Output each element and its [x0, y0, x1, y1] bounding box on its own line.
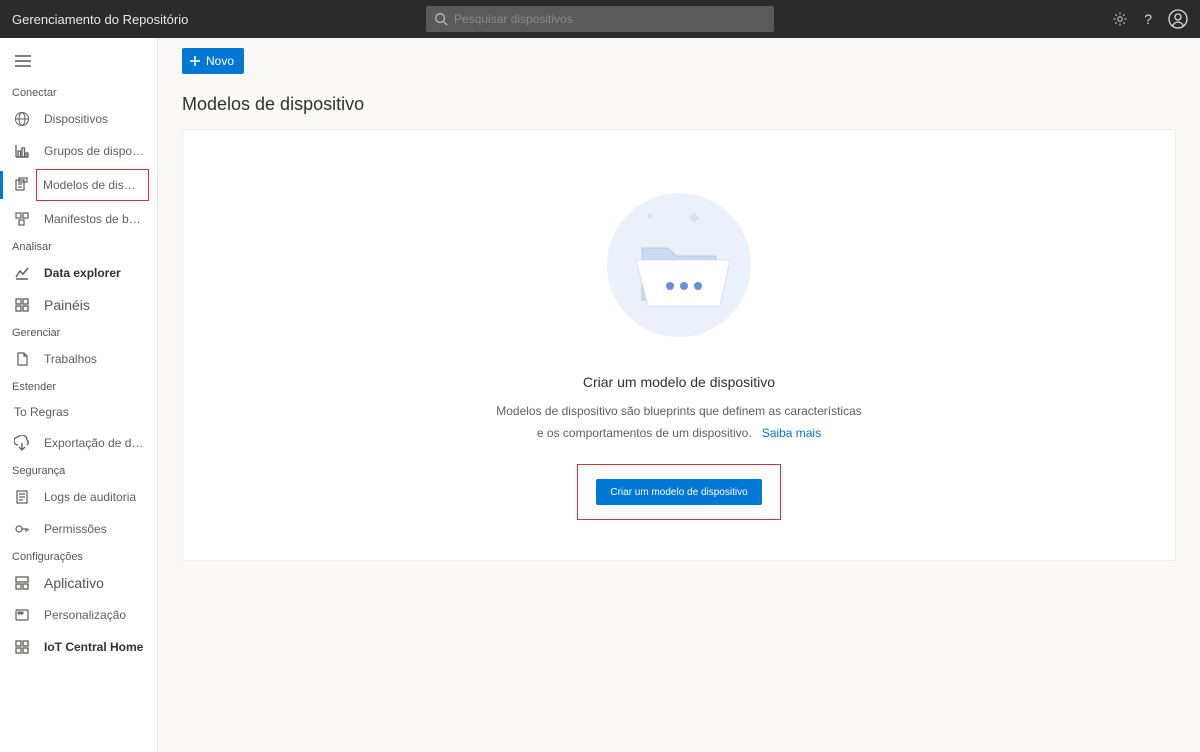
gear-icon[interactable] — [1112, 11, 1128, 27]
app-title: Gerenciamento do Repositório — [12, 12, 188, 27]
sidebar-item-data-export[interactable]: Exportação de dados — [0, 427, 157, 459]
folder-illustration — [594, 180, 764, 350]
topbar-right: ? — [1112, 9, 1188, 29]
sidebar-item-label: Personalização — [44, 608, 126, 622]
sidebar-item-devices[interactable]: Dispositivos — [0, 103, 157, 135]
section-settings: Configurações — [0, 545, 157, 567]
sidebar-item-label: Grupos de dispositivos — [44, 144, 145, 158]
account-icon[interactable] — [1168, 9, 1188, 29]
sidebar-item-application[interactable]: Aplicativo — [0, 567, 157, 599]
hamburger-button[interactable] — [0, 48, 157, 81]
sidebar-item-jobs[interactable]: Trabalhos — [0, 343, 157, 375]
main-content: Novo Modelos de dispositivo — [158, 38, 1200, 752]
section-analyze: Analisar — [0, 235, 157, 257]
palette-icon — [14, 607, 30, 623]
chart-icon — [14, 143, 30, 159]
sidebar-item-label: To Regras — [14, 405, 69, 419]
boxes-icon — [14, 211, 30, 227]
key-icon — [14, 521, 30, 537]
sidebar-item-label: Dispositivos — [44, 112, 108, 126]
section-manage: Gerenciar — [0, 321, 157, 343]
help-icon[interactable]: ? — [1144, 11, 1152, 27]
home-icon — [14, 639, 30, 655]
sidebar-item-label: IoT Central Home — [44, 640, 143, 654]
grid-icon — [14, 297, 30, 313]
export-icon — [14, 435, 30, 451]
new-button[interactable]: Novo — [182, 48, 244, 74]
empty-desc-line1: Modelos de dispositivo são blueprints qu… — [496, 402, 862, 420]
empty-desc-text: e os comportamentos de um dispositivo. — [537, 426, 752, 440]
sidebar: Conectar Dispositivos Grupos de disposit… — [0, 38, 158, 752]
template-icon — [14, 177, 30, 193]
sidebar-item-label: Exportação de dados — [44, 436, 145, 450]
sidebar-item-label: Permissões — [44, 522, 107, 536]
globe-icon — [14, 111, 30, 127]
empty-title: Criar um modelo de dispositivo — [583, 374, 775, 390]
sidebar-item-audit-logs[interactable]: Logs de auditoria — [0, 481, 157, 513]
page-title: Modelos de dispositivo — [158, 74, 1200, 129]
document-icon — [14, 351, 30, 367]
toolbar: Novo — [158, 38, 1200, 74]
sidebar-item-label: Data explorer — [44, 266, 121, 280]
sidebar-item-device-templates[interactable]: Modelos de dispositivo — [0, 167, 157, 203]
list-icon — [14, 489, 30, 505]
sidebar-item-edge-manifests[interactable]: Manifestos de borda — [0, 203, 157, 235]
sidebar-item-label: Painéis — [44, 297, 90, 313]
top-bar: Gerenciamento do Repositório ? — [0, 0, 1200, 38]
section-connect: Conectar — [0, 81, 157, 103]
cta-highlight-box: Criar um modelo de dispositivo — [577, 464, 780, 520]
sidebar-item-dashboards[interactable]: Painéis — [0, 289, 157, 321]
sidebar-item-label: Logs de auditoria — [44, 490, 136, 504]
app-icon — [14, 575, 30, 591]
sidebar-item-customization[interactable]: Personalização — [0, 599, 157, 631]
search-input[interactable] — [454, 12, 766, 26]
search-icon — [434, 12, 448, 26]
sidebar-item-rules[interactable]: To Regras — [0, 397, 157, 427]
create-template-button[interactable]: Criar um modelo de dispositivo — [596, 479, 761, 505]
empty-state: Criar um modelo de dispositivo Modelos d… — [476, 130, 882, 560]
sidebar-item-label: Aplicativo — [44, 575, 104, 591]
sidebar-item-device-groups[interactable]: Grupos de dispositivos — [0, 135, 157, 167]
sidebar-item-iot-central-home[interactable]: IoT Central Home — [0, 631, 157, 663]
sidebar-item-label: Manifestos de borda — [44, 212, 145, 226]
new-button-label: Novo — [206, 54, 234, 68]
section-extend: Estender — [0, 375, 157, 397]
line-chart-icon — [14, 265, 30, 281]
sidebar-item-data-explorer[interactable]: Data explorer — [0, 257, 157, 289]
sidebar-item-label: Modelos de dispositivo — [36, 169, 149, 201]
empty-state-card: Criar um modelo de dispositivo Modelos d… — [182, 129, 1176, 561]
section-security: Segurança — [0, 459, 157, 481]
sidebar-item-label: Trabalhos — [44, 352, 97, 366]
learn-more-link[interactable]: Saiba mais — [762, 426, 821, 440]
sidebar-item-permissions[interactable]: Permissões — [0, 513, 157, 545]
empty-desc-line2: e os comportamentos de um dispositivo. S… — [537, 424, 821, 442]
search-box[interactable] — [426, 6, 774, 32]
